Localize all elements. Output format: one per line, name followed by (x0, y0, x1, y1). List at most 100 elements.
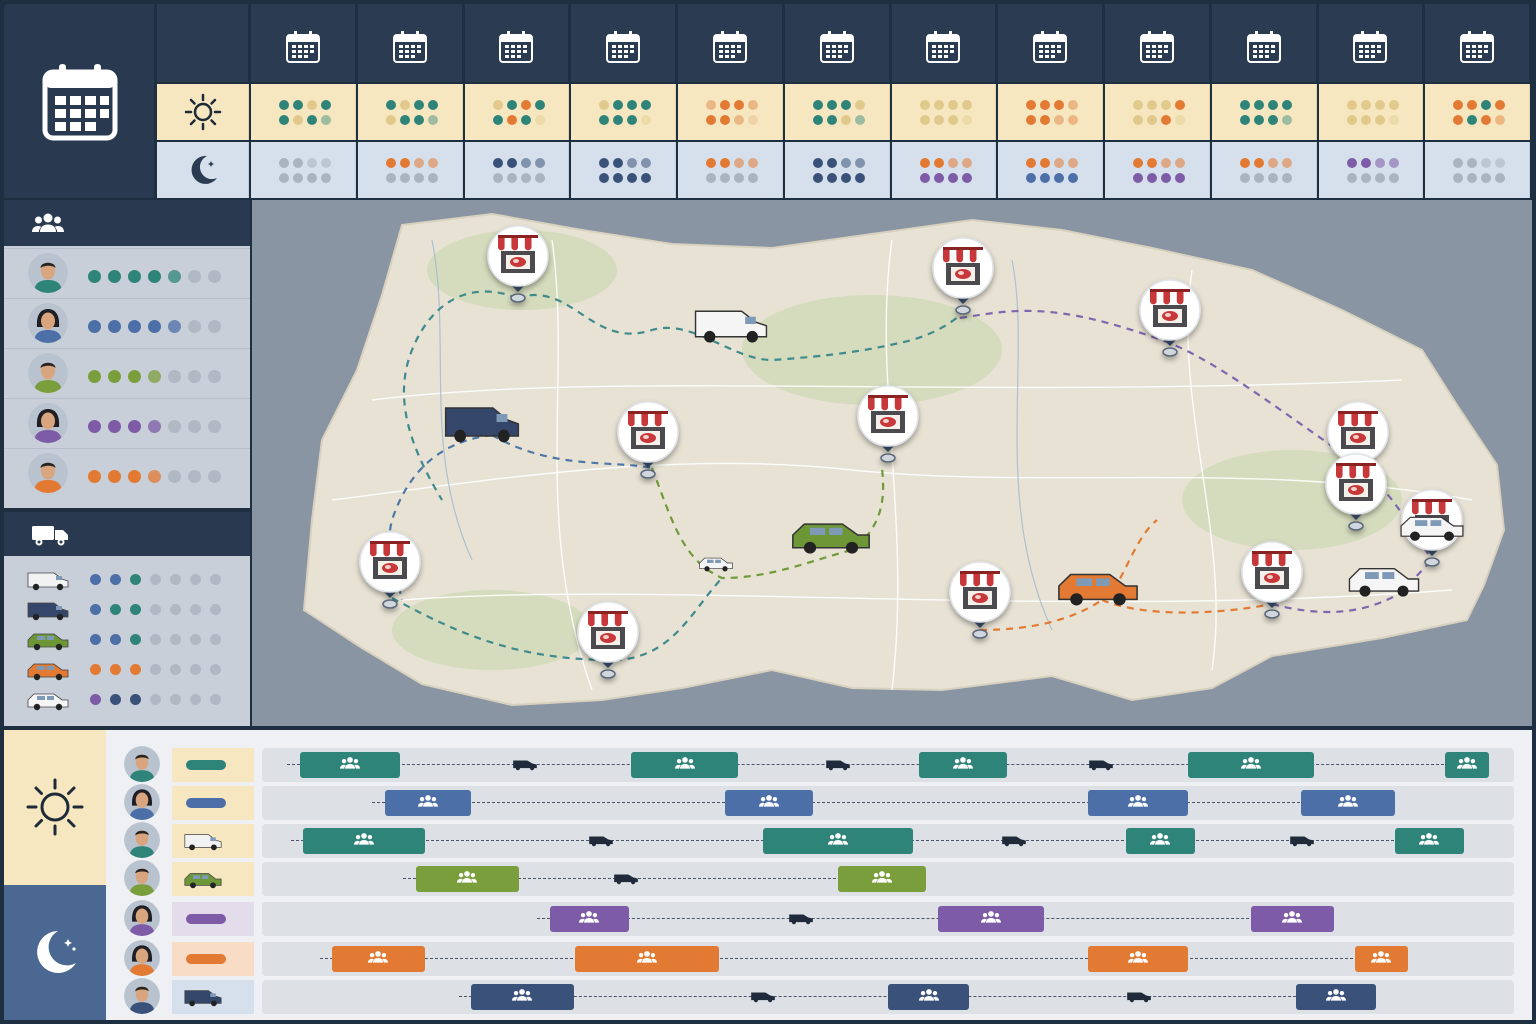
shift-block[interactable] (1188, 752, 1314, 778)
night-availability-cell[interactable] (998, 142, 1103, 198)
assignment-tag[interactable] (172, 786, 254, 820)
shift-track[interactable] (262, 902, 1514, 936)
shift-track[interactable] (262, 862, 1514, 896)
day-availability-cell[interactable] (1318, 84, 1424, 140)
calendar-day-header[interactable] (571, 4, 676, 82)
shift-block[interactable] (1088, 946, 1189, 972)
calendar-day-header[interactable] (1211, 4, 1317, 82)
night-availability-cell[interactable] (464, 142, 570, 198)
shift-track[interactable] (262, 786, 1514, 820)
vehicle-row[interactable] (4, 624, 250, 654)
staff-row[interactable] (4, 398, 250, 446)
shift-block[interactable] (888, 984, 970, 1010)
map-canvas[interactable] (252, 200, 1532, 726)
night-availability-cell[interactable] (784, 142, 890, 198)
calendar-day-header[interactable] (357, 4, 463, 82)
shift-block[interactable] (1445, 752, 1489, 778)
shift-block[interactable] (725, 790, 813, 816)
trip-vehicle-icon[interactable] (1289, 833, 1315, 852)
shift-block[interactable] (415, 866, 519, 892)
assignment-tag[interactable] (172, 748, 254, 782)
staff-row[interactable] (4, 348, 250, 396)
day-availability-cell[interactable] (464, 84, 570, 140)
assignment-tag[interactable] (172, 824, 254, 858)
trip-vehicle-icon[interactable] (788, 911, 814, 930)
night-availability-cell[interactable] (251, 142, 356, 198)
staff-row[interactable] (4, 448, 250, 496)
shift-block[interactable] (303, 828, 425, 854)
shift-block[interactable] (762, 828, 914, 854)
day-availability-cell[interactable] (784, 84, 890, 140)
night-availability-cell[interactable] (1105, 142, 1210, 198)
shift-block[interactable] (837, 866, 926, 892)
shift-block[interactable] (384, 790, 472, 816)
trip-vehicle-icon[interactable] (825, 757, 851, 776)
shift-block[interactable] (1395, 828, 1464, 854)
shift-block[interactable] (299, 752, 400, 778)
shift-block[interactable] (1354, 946, 1408, 972)
calendar-day-header[interactable] (464, 4, 570, 82)
calendar-day-header[interactable] (1105, 4, 1210, 82)
shift-block[interactable] (1125, 828, 1195, 854)
trip-vehicle-icon[interactable] (1088, 757, 1114, 776)
day-availability-cell[interactable] (678, 84, 783, 140)
white-van-icon (182, 831, 224, 856)
calendar-day-header[interactable] (998, 4, 1103, 82)
trip-vehicle-icon[interactable] (1126, 989, 1152, 1008)
calendar-day-header[interactable] (678, 4, 783, 82)
vehicle-row[interactable] (4, 654, 250, 684)
shift-block[interactable] (1301, 790, 1396, 816)
night-availability-cell[interactable] (571, 142, 676, 198)
shift-block[interactable] (919, 752, 1007, 778)
night-availability-cell[interactable] (1318, 142, 1424, 198)
shift-block[interactable] (575, 946, 719, 972)
shift-track[interactable] (262, 942, 1514, 976)
day-availability-cell[interactable] (251, 84, 356, 140)
day-availability-cell[interactable] (1105, 84, 1210, 140)
shift-block[interactable] (549, 906, 629, 932)
vehicle-row[interactable] (4, 684, 250, 714)
shift-track[interactable] (262, 824, 1514, 858)
trip-vehicle-icon[interactable] (750, 989, 776, 1008)
day-availability-cell[interactable] (1211, 84, 1317, 140)
vehicle-row[interactable] (4, 594, 250, 624)
route-map[interactable] (252, 200, 1532, 726)
trip-vehicle-icon[interactable] (613, 871, 639, 890)
assignment-tag[interactable] (172, 862, 254, 896)
calendar-day-header[interactable] (784, 4, 890, 82)
day-availability-cell[interactable] (1425, 84, 1530, 140)
usage-dot (90, 694, 101, 705)
shift-track[interactable] (262, 980, 1514, 1014)
night-availability-cell[interactable] (891, 142, 997, 198)
day-availability-cell[interactable] (998, 84, 1103, 140)
trip-vehicle-icon[interactable] (512, 757, 538, 776)
shift-block[interactable] (938, 906, 1045, 932)
night-availability-cell[interactable] (678, 142, 783, 198)
trip-vehicle-icon[interactable] (1001, 833, 1027, 852)
shift-block[interactable] (631, 752, 738, 778)
shift-block[interactable] (1251, 906, 1334, 932)
shift-track[interactable] (262, 748, 1514, 782)
calendar-day-header[interactable] (1318, 4, 1424, 82)
assignment-tag[interactable] (172, 942, 254, 976)
shift-block[interactable] (1296, 984, 1377, 1010)
calendar-day-header[interactable] (891, 4, 997, 82)
day-availability-cell[interactable] (357, 84, 463, 140)
staff-row[interactable] (4, 248, 250, 296)
shift-block[interactable] (332, 946, 425, 972)
shift-block[interactable] (471, 984, 574, 1010)
staff-row[interactable] (4, 298, 250, 346)
day-availability-cell[interactable] (891, 84, 997, 140)
availability-dot (840, 115, 851, 125)
day-availability-cell[interactable] (571, 84, 676, 140)
assignment-tag[interactable] (172, 980, 254, 1014)
night-availability-cell[interactable] (357, 142, 463, 198)
vehicle-row[interactable] (4, 564, 250, 594)
shift-block[interactable] (1088, 790, 1189, 816)
calendar-day-header[interactable] (251, 4, 356, 82)
night-availability-cell[interactable] (1211, 142, 1317, 198)
night-availability-cell[interactable] (1425, 142, 1530, 198)
assignment-tag[interactable] (172, 902, 254, 936)
calendar-day-header[interactable] (1425, 4, 1530, 82)
trip-vehicle-icon[interactable] (588, 833, 614, 852)
